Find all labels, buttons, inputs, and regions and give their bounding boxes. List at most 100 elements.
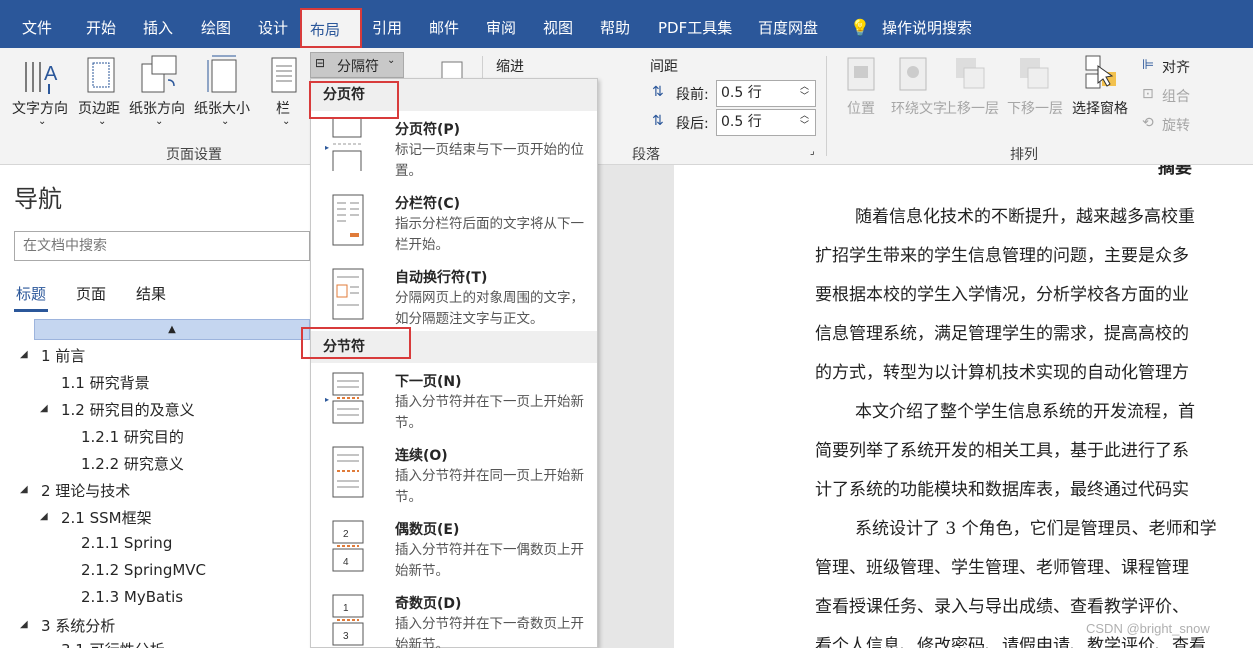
columns-button[interactable]: 栏 bbox=[276, 98, 290, 118]
tree-item[interactable]: 1.2.1 研究目的 bbox=[81, 426, 184, 447]
collapse-icon[interactable]: ◢ bbox=[20, 349, 28, 360]
tab-baidu-netdisk[interactable]: 百度网盘 bbox=[758, 0, 818, 48]
group-button[interactable]: 组合 bbox=[1162, 86, 1190, 106]
doc-line: 查看授课任务、录入与导出成绩、查看教学评价、 bbox=[815, 597, 1189, 617]
tell-me-search[interactable]: 操作说明搜索 bbox=[882, 0, 972, 48]
doc-line: 计了系统的功能模块和数据库表，最终通过代码实 bbox=[815, 480, 1189, 500]
margins-button[interactable]: 页边距 bbox=[78, 98, 120, 118]
tab-layout[interactable]: 布局 bbox=[300, 8, 362, 48]
chevron-down-icon: ⌄ bbox=[221, 116, 230, 127]
tree-item[interactable]: 2.1.1 Spring bbox=[81, 534, 172, 552]
chevron-down-icon: ⌄ bbox=[282, 116, 291, 127]
tab-mailings[interactable]: 邮件 bbox=[429, 0, 459, 48]
continuous-icon bbox=[332, 446, 364, 498]
tree-item[interactable]: 3.1 可行性分析 bbox=[61, 639, 165, 648]
tab-insert[interactable]: 插入 bbox=[143, 0, 173, 48]
abstract-heading: 摘要 bbox=[1158, 165, 1192, 178]
svg-text:4: 4 bbox=[343, 557, 349, 568]
next-page-item[interactable]: ▸ 下一页(N) 插入分节符并在下一页上开始新节。 bbox=[311, 365, 597, 439]
bring-forward-button[interactable]: 上移一层 bbox=[943, 98, 999, 118]
tree-item[interactable]: 3 系统分析 bbox=[41, 615, 115, 636]
text-direction-button[interactable]: 文字方向 bbox=[12, 98, 68, 118]
menu-bar: 文件 开始 插入 绘图 设计 布局 引用 邮件 审阅 视图 帮助 PDF工具集 … bbox=[0, 0, 1253, 48]
tree-item[interactable]: 1 前言 bbox=[41, 345, 85, 366]
svg-text:3: 3 bbox=[343, 631, 349, 642]
chevron-down-icon: ⌄ bbox=[98, 116, 107, 127]
collapse-icon[interactable]: ◢ bbox=[40, 511, 48, 522]
text-direction-icon: A bbox=[25, 62, 58, 94]
tree-item[interactable]: 1.2.2 研究意义 bbox=[81, 453, 184, 474]
tab-results[interactable]: 结果 bbox=[136, 283, 166, 304]
selection-pane-button[interactable]: 选择窗格 bbox=[1072, 98, 1128, 118]
bring-forward-icon bbox=[956, 58, 985, 89]
even-page-icon: 24 bbox=[332, 520, 364, 572]
tab-review[interactable]: 审阅 bbox=[486, 0, 516, 48]
align-icon: ⊫ bbox=[1142, 57, 1155, 73]
orientation-button[interactable]: 纸张方向 bbox=[129, 98, 185, 118]
tree-item[interactable]: 2.1.3 MyBatis bbox=[81, 588, 183, 606]
continuous-item[interactable]: 连续(O) 插入分节符并在同一页上开始新节。 bbox=[311, 439, 597, 513]
paragraph-group-label: 段落 bbox=[632, 147, 660, 163]
align-button[interactable]: 对齐 bbox=[1162, 57, 1190, 77]
wrap-text-button[interactable]: 环绕文字 bbox=[891, 98, 947, 118]
page-break-icon bbox=[332, 119, 362, 171]
tab-design[interactable]: 设计 bbox=[258, 0, 288, 48]
ribbon: A 文字方向 页边距 纸张方向 纸张大小 栏 ⌄ ⌄ ⌄ ⌄ ⌄ 页面设置 ⊟ … bbox=[0, 48, 1253, 165]
tree-item[interactable]: 1.2 研究目的及意义 bbox=[61, 399, 195, 420]
tree-item[interactable]: 2.1 SSM框架 bbox=[61, 507, 152, 528]
indent-label: 缩进 bbox=[496, 59, 524, 75]
spacing-label: 间距 bbox=[650, 59, 678, 75]
navigation-title: 导航 bbox=[14, 185, 62, 213]
rotate-button[interactable]: 旋转 bbox=[1162, 115, 1190, 135]
chevron-down-icon: ⌄ bbox=[387, 55, 396, 66]
collapse-icon[interactable]: ◢ bbox=[20, 484, 28, 495]
column-break-icon bbox=[332, 194, 364, 246]
wrap-text-icon bbox=[899, 57, 927, 91]
spacing-after-icon: ⇅ bbox=[652, 113, 664, 129]
page-setup-group-label: 页面设置 bbox=[166, 147, 222, 163]
send-backward-button[interactable]: 下移一层 bbox=[1007, 98, 1063, 118]
dialog-launcher-icon[interactable]: ⌟ bbox=[810, 146, 815, 157]
send-backward-icon bbox=[1020, 58, 1049, 89]
tab-help[interactable]: 帮助 bbox=[600, 0, 630, 48]
tab-pdf-tools[interactable]: PDF工具集 bbox=[658, 0, 732, 48]
collapse-icon[interactable]: ◢ bbox=[20, 619, 28, 630]
page-break-item[interactable]: ▸ 分页符(P) 标记一页结束与下一页开始的位置。 bbox=[311, 113, 597, 187]
size-button[interactable]: 纸张大小 bbox=[194, 98, 250, 118]
even-page-item[interactable]: 24 偶数页(E) 插入分节符并在下一偶数页上开始新节。 bbox=[311, 513, 597, 587]
doc-line: 简要列举了系统开发的相关工具，基于此进行了系 bbox=[815, 441, 1189, 461]
tab-references[interactable]: 引用 bbox=[372, 0, 402, 48]
collapse-icon[interactable]: ◢ bbox=[40, 403, 48, 414]
tree-item[interactable]: 1.1 研究背景 bbox=[61, 372, 150, 393]
tab-headings[interactable]: 标题 bbox=[16, 283, 46, 304]
tab-draw[interactable]: 绘图 bbox=[201, 0, 231, 48]
text-wrapping-break-item[interactable]: 自动换行符(T) 分隔网页上的对象周围的文字，如分隔题注文字与正文。 bbox=[311, 261, 597, 335]
lightbulb-icon: 💡 bbox=[850, 18, 870, 37]
tab-home[interactable]: 开始 bbox=[86, 0, 116, 48]
search-input[interactable]: 在文档中搜索 bbox=[14, 231, 310, 261]
size-icon bbox=[207, 55, 237, 93]
arrange-group-label: 排列 bbox=[1010, 147, 1038, 163]
odd-page-item[interactable]: 13 奇数页(D) 插入分节符并在下一奇数页上开始新节。 bbox=[311, 587, 597, 648]
spinner-icon[interactable]: ︿ ﹀ bbox=[800, 111, 809, 131]
doc-line: 扩招学生带来的学生信息管理的问题，主要是众多 bbox=[815, 246, 1189, 266]
chevron-down-icon: ⌄ bbox=[155, 116, 164, 127]
svg-text:A: A bbox=[44, 63, 58, 85]
doc-line: 信息管理系统，满足管理学生的需求，提高高校的 bbox=[815, 324, 1189, 344]
pointer-icon: ▸ bbox=[325, 395, 330, 404]
tab-pages[interactable]: 页面 bbox=[76, 283, 106, 304]
scroll-up-heading[interactable]: ▲ bbox=[34, 319, 310, 340]
odd-page-icon: 13 bbox=[332, 594, 364, 646]
position-button[interactable]: 位置 bbox=[847, 98, 875, 118]
doc-line: 随着信息化技术的不断提升，越来越多高校重 bbox=[855, 207, 1195, 227]
breaks-button[interactable]: ⊟ 分隔符 ⌄ bbox=[310, 52, 404, 78]
spinner-icon[interactable]: ︿ ﹀ bbox=[800, 82, 809, 102]
column-break-item[interactable]: 分栏符(C) 指示分栏符后面的文字将从下一栏开始。 bbox=[311, 187, 597, 261]
tree-item[interactable]: 2.1.2 SpringMVC bbox=[81, 561, 206, 579]
doc-line: 要根据本校的学生入学情况，分析学校各方面的业 bbox=[815, 285, 1189, 305]
tree-item[interactable]: 2 理论与技术 bbox=[41, 480, 130, 501]
tab-file[interactable]: 文件 bbox=[22, 0, 52, 48]
spacing-before-icon: ⇅ bbox=[652, 84, 664, 100]
tab-view[interactable]: 视图 bbox=[543, 0, 573, 48]
pointer-icon: ▸ bbox=[325, 143, 330, 152]
